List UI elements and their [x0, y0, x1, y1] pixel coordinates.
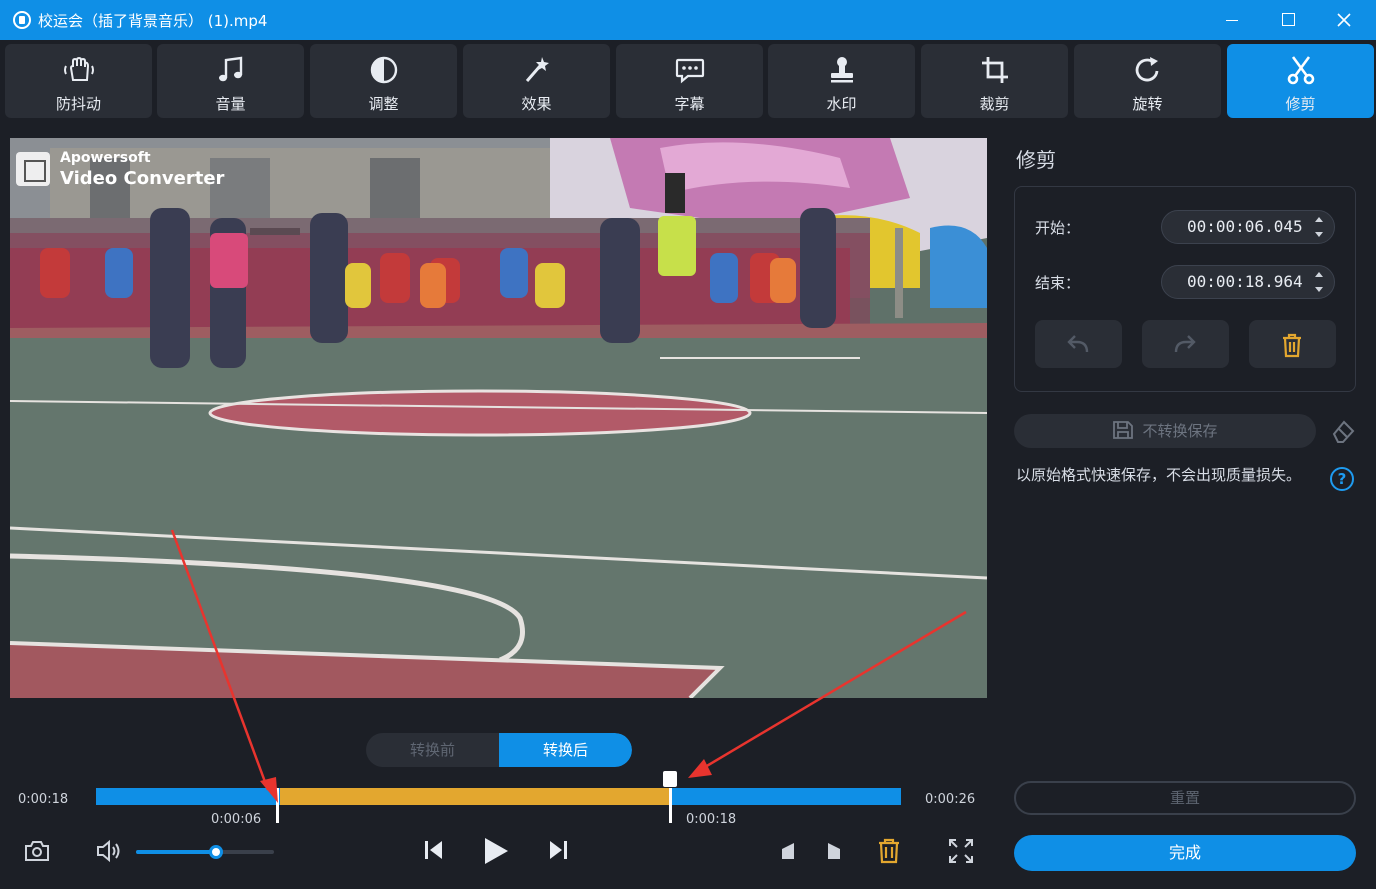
- mark-in-icon[interactable]: [780, 841, 796, 861]
- end-label: 结束：: [1035, 274, 1081, 292]
- video-preview[interactable]: Apowersoft Video Converter: [10, 138, 987, 698]
- film-icon: [16, 152, 50, 186]
- tool-label: 调整: [368, 95, 399, 113]
- video-frame: [10, 138, 987, 698]
- window-title: 校运会（插了背景音乐） (1).mp4: [38, 12, 268, 30]
- redo-button[interactable]: [1142, 320, 1229, 368]
- tool-trim[interactable]: 修剪: [1227, 44, 1374, 118]
- save-without-convert-button[interactable]: 不转换保存: [1014, 414, 1316, 448]
- undo-button[interactable]: [1035, 320, 1122, 368]
- tool-label: 修剪: [1285, 95, 1316, 113]
- tool-label: 音量: [215, 95, 246, 113]
- title-bar: 校运会（插了背景音乐） (1).mp4: [0, 0, 1376, 40]
- tool-subtitles[interactable]: 字幕: [616, 44, 763, 118]
- maximize-button[interactable]: [1264, 0, 1312, 40]
- tool-label: 防抖动: [55, 95, 101, 113]
- done-button[interactable]: 完成: [1014, 835, 1356, 871]
- total-time: 0:00:26: [925, 792, 976, 807]
- playhead[interactable]: [663, 771, 677, 787]
- tool-effects[interactable]: 效果: [463, 44, 610, 118]
- stabilize-hand-icon: [63, 56, 94, 81]
- trash-icon: [1283, 333, 1301, 358]
- tool-label: 水印: [826, 95, 857, 113]
- rotate-icon: [1135, 57, 1158, 82]
- start-label: 开始：: [1035, 219, 1081, 237]
- snapshot-camera-icon[interactable]: [24, 839, 50, 863]
- volume-slider-knob[interactable]: [209, 845, 223, 859]
- play-icon[interactable]: [482, 836, 510, 866]
- crop-icon: [981, 57, 1008, 83]
- tool-watermark[interactable]: 水印: [768, 44, 915, 118]
- minimize-button[interactable]: [1208, 0, 1256, 40]
- next-frame-icon[interactable]: [546, 838, 570, 862]
- current-time: 0:00:18: [18, 792, 69, 807]
- previous-frame-icon[interactable]: [422, 838, 446, 862]
- before-conversion-tab[interactable]: 转换前: [366, 733, 499, 767]
- panel-title: 修剪: [1016, 148, 1056, 172]
- help-icon[interactable]: ?: [1330, 467, 1354, 491]
- trim-selection[interactable]: [280, 788, 670, 805]
- save-icon: [1113, 421, 1134, 439]
- delete-segment-button[interactable]: [1249, 320, 1336, 368]
- volume-slider-fill: [136, 850, 216, 854]
- contrast-icon: [370, 56, 397, 84]
- start-time-spinner[interactable]: [1314, 215, 1324, 239]
- app-logo-icon: [13, 11, 31, 29]
- tool-label: 效果: [521, 95, 552, 113]
- end-time-value: 00:00:18.964: [1187, 272, 1303, 291]
- tool-volume[interactable]: 音量: [157, 44, 304, 118]
- start-time-input[interactable]: 00:00:06.045: [1161, 210, 1335, 244]
- fullscreen-icon[interactable]: [948, 838, 974, 864]
- volume-icon[interactable]: [96, 839, 124, 863]
- undo-icon: [1067, 335, 1089, 353]
- save-without-convert-label: 不转换保存: [1142, 422, 1218, 440]
- edit-toolbar: 防抖动 音量 调整 效果 字幕 水印 裁剪 旋转 修剪: [0, 40, 1376, 124]
- trim-end-time: 0:00:18: [686, 812, 737, 827]
- trim-end-handle[interactable]: [669, 788, 672, 823]
- watermark-line1: Apowersoft: [60, 150, 151, 166]
- scissors-icon: [1287, 56, 1314, 85]
- music-note-icon: [218, 56, 242, 82]
- compare-toggle: 转换前 转换后: [366, 733, 632, 767]
- tool-adjust[interactable]: 调整: [310, 44, 457, 118]
- watermark-line2: Video Converter: [60, 168, 225, 189]
- hint-text: 以原始格式快速保存，不会出现质量损失。: [1016, 466, 1302, 484]
- trim-start-time: 0:00:06: [211, 812, 262, 827]
- tool-label: 旋转: [1132, 95, 1163, 113]
- tool-label: 裁剪: [979, 95, 1010, 113]
- tool-rotate[interactable]: 旋转: [1074, 44, 1221, 118]
- speech-bubble-icon: [675, 58, 704, 84]
- reset-button[interactable]: 重置: [1014, 781, 1356, 815]
- end-time-input[interactable]: 00:00:18.964: [1161, 265, 1335, 299]
- start-time-value: 00:00:06.045: [1187, 217, 1303, 236]
- trash-icon[interactable]: [876, 837, 902, 865]
- close-button[interactable]: [1320, 0, 1368, 40]
- after-conversion-tab[interactable]: 转换后: [499, 733, 632, 767]
- eraser-icon[interactable]: [1330, 418, 1356, 444]
- tool-stabilize[interactable]: 防抖动: [5, 44, 152, 118]
- mark-out-icon[interactable]: [826, 841, 842, 861]
- trim-start-handle[interactable]: [276, 788, 279, 823]
- end-time-spinner[interactable]: [1314, 270, 1324, 294]
- close-icon: [1337, 13, 1351, 27]
- tool-crop[interactable]: 裁剪: [921, 44, 1068, 118]
- magic-wand-icon: [525, 57, 549, 82]
- redo-icon: [1174, 335, 1196, 353]
- tool-label: 字幕: [674, 95, 705, 113]
- stamp-icon: [830, 57, 853, 83]
